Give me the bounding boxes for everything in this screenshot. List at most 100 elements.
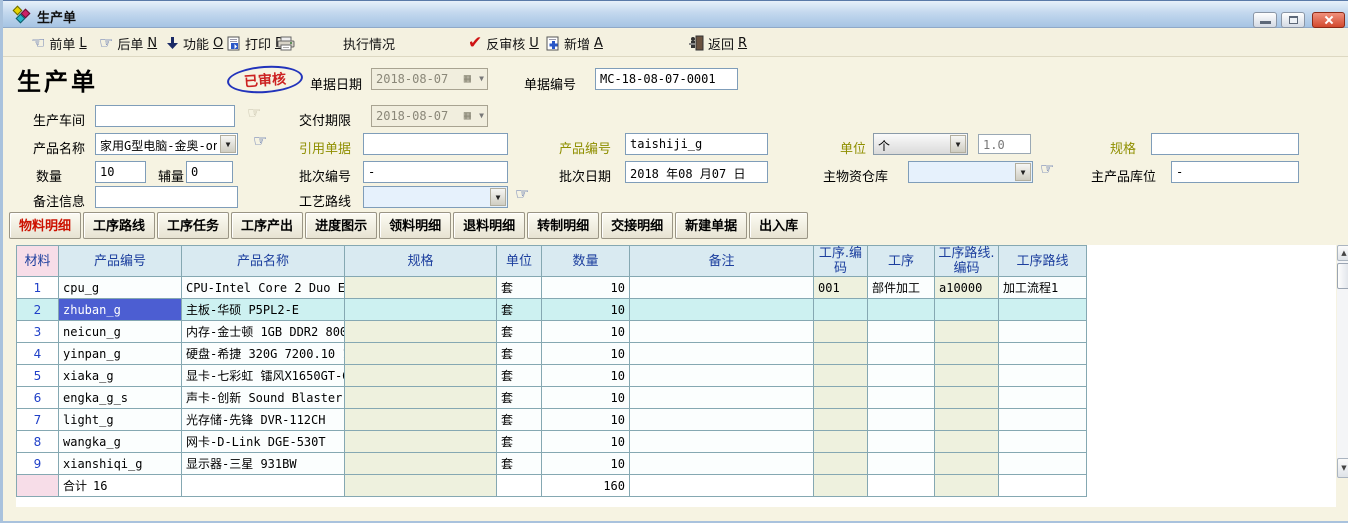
cell-spec[interactable] xyxy=(345,277,497,299)
cell-code[interactable]: cpu_g xyxy=(59,277,182,299)
tab-button-3[interactable]: 工序任务 xyxy=(157,212,229,239)
batch-no-input[interactable]: - xyxy=(363,161,508,183)
cell-no[interactable]: 6 xyxy=(17,387,59,409)
cell-remark[interactable] xyxy=(630,277,814,299)
cell-code[interactable]: light_g xyxy=(59,409,182,431)
cell-remark[interactable] xyxy=(630,365,814,387)
cell-route[interactable] xyxy=(999,453,1087,475)
restore-button[interactable] xyxy=(1281,12,1305,28)
qty-input[interactable]: 10 xyxy=(95,161,146,183)
tab-button-7[interactable]: 退料明细 xyxy=(453,212,525,239)
cell-unit[interactable]: 套 xyxy=(497,343,542,365)
unit-ratio-input[interactable]: 1.0 xyxy=(978,134,1031,154)
cell-op_code[interactable] xyxy=(814,453,868,475)
cell-spec[interactable] xyxy=(345,343,497,365)
cell-op[interactable] xyxy=(868,343,935,365)
cell-op_code[interactable] xyxy=(814,299,868,321)
cell-code[interactable]: xianshiqi_g xyxy=(59,453,182,475)
cell-unit[interactable]: 套 xyxy=(497,387,542,409)
cell-op[interactable] xyxy=(868,453,935,475)
cell-op_code[interactable] xyxy=(814,387,868,409)
minimize-button[interactable] xyxy=(1253,12,1277,28)
cell-route_code[interactable] xyxy=(935,365,999,387)
cell-unit[interactable]: 套 xyxy=(497,431,542,453)
cell-code[interactable]: engka_g_s xyxy=(59,387,182,409)
return-button[interactable]: 返回R xyxy=(689,32,747,54)
cell-no[interactable]: 4 xyxy=(17,343,59,365)
cell-route[interactable]: 加工流程1 xyxy=(999,277,1087,299)
cell-op_code[interactable] xyxy=(814,409,868,431)
cell-qty[interactable]: 10 xyxy=(542,343,630,365)
cell-route_code[interactable] xyxy=(935,387,999,409)
scroll-up-icon[interactable]: ▲ xyxy=(1337,245,1348,261)
cell-spec[interactable] xyxy=(345,387,497,409)
cell-spec[interactable] xyxy=(345,365,497,387)
cell-remark[interactable] xyxy=(630,409,814,431)
cell-route[interactable] xyxy=(999,387,1087,409)
warehouse-hand-icon[interactable]: ☞ xyxy=(1040,161,1054,177)
cell-route_code[interactable] xyxy=(935,431,999,453)
cell-name[interactable]: 硬盘-希捷 320G 7200.10 16 xyxy=(182,343,345,365)
cell-unit[interactable]: 套 xyxy=(497,277,542,299)
cell-op[interactable] xyxy=(868,365,935,387)
close-button[interactable] xyxy=(1312,12,1345,28)
location-input[interactable]: - xyxy=(1171,161,1299,183)
cell-op[interactable] xyxy=(868,321,935,343)
warehouse-combo[interactable]: ▼ xyxy=(908,161,1033,183)
printer-quick-button[interactable] xyxy=(277,32,295,54)
cell-unit[interactable]: 套 xyxy=(497,321,542,343)
tab-button-8[interactable]: 转制明细 xyxy=(527,212,599,239)
cell-op[interactable] xyxy=(868,431,935,453)
cell-op_code[interactable] xyxy=(814,365,868,387)
cell-op[interactable] xyxy=(868,409,935,431)
chevron-down-icon[interactable]: ▼ xyxy=(220,135,236,153)
product-name-hand-icon[interactable]: ☞ xyxy=(253,133,267,149)
cell-unit[interactable]: 套 xyxy=(497,299,542,321)
doc-date-input[interactable]: 2018-08-07 ▦ ▼ xyxy=(371,68,488,90)
cell-qty[interactable]: 10 xyxy=(542,365,630,387)
unaudit-button[interactable]: ✔ 反审核U xyxy=(468,32,539,54)
scroll-down-icon[interactable]: ▼ xyxy=(1337,458,1348,478)
cell-route[interactable] xyxy=(999,343,1087,365)
cell-code[interactable]: neicun_g xyxy=(59,321,182,343)
cell-name[interactable]: 声卡-创新 Sound Blaster A xyxy=(182,387,345,409)
cell-name[interactable]: 网卡-D-Link DGE-530T xyxy=(182,431,345,453)
functions-button[interactable]: 功能O xyxy=(166,32,223,54)
cell-spec[interactable] xyxy=(345,453,497,475)
remark-input[interactable] xyxy=(95,186,238,208)
workshop-input[interactable] xyxy=(95,105,235,127)
doc-no-input[interactable]: MC-18-08-07-0001 xyxy=(595,68,738,90)
chevron-down-icon[interactable]: ▼ xyxy=(950,135,966,153)
cell-no[interactable]: 5 xyxy=(17,365,59,387)
product-name-combo[interactable]: 家用G型电脑-金奥-only ▼ xyxy=(95,133,238,155)
aux-qty-input[interactable]: 0 xyxy=(186,161,233,183)
prev-doc-button[interactable]: ☜ 前单L xyxy=(31,32,87,54)
cell-no[interactable]: 8 xyxy=(17,431,59,453)
cell-qty[interactable]: 10 xyxy=(542,409,630,431)
cell-name[interactable]: 光存储-先锋 DVR-112CH xyxy=(182,409,345,431)
cell-op_code[interactable] xyxy=(814,431,868,453)
cell-route_code[interactable]: a10000 xyxy=(935,277,999,299)
cell-code[interactable]: yinpan_g xyxy=(59,343,182,365)
cell-unit[interactable]: 套 xyxy=(497,365,542,387)
new-doc-button[interactable]: 新增A xyxy=(546,32,603,54)
cell-route[interactable] xyxy=(999,431,1087,453)
tab-button-11[interactable]: 出入库 xyxy=(749,212,808,239)
cell-name[interactable]: CPU-Intel Core 2 Duo E43 xyxy=(182,277,345,299)
cell-remark[interactable] xyxy=(630,431,814,453)
chevron-down-icon[interactable]: ▼ xyxy=(490,188,506,206)
cell-op_code[interactable]: 001 xyxy=(814,277,868,299)
cell-route[interactable] xyxy=(999,409,1087,431)
cell-route_code[interactable] xyxy=(935,299,999,321)
tab-button-10[interactable]: 新建单据 xyxy=(675,212,747,239)
deadline-input[interactable]: 2018-08-07 ▦ ▼ xyxy=(371,105,488,127)
cell-spec[interactable] xyxy=(345,321,497,343)
route-hand-icon[interactable]: ☞ xyxy=(515,186,529,202)
cell-spec[interactable] xyxy=(345,299,497,321)
cell-name[interactable]: 显示器-三星 931BW xyxy=(182,453,345,475)
cell-route_code[interactable] xyxy=(935,321,999,343)
tab-button-9[interactable]: 交接明细 xyxy=(601,212,673,239)
tab-button-6[interactable]: 领料明细 xyxy=(379,212,451,239)
chevron-down-icon[interactable]: ▼ xyxy=(1015,163,1031,181)
cell-route_code[interactable] xyxy=(935,343,999,365)
